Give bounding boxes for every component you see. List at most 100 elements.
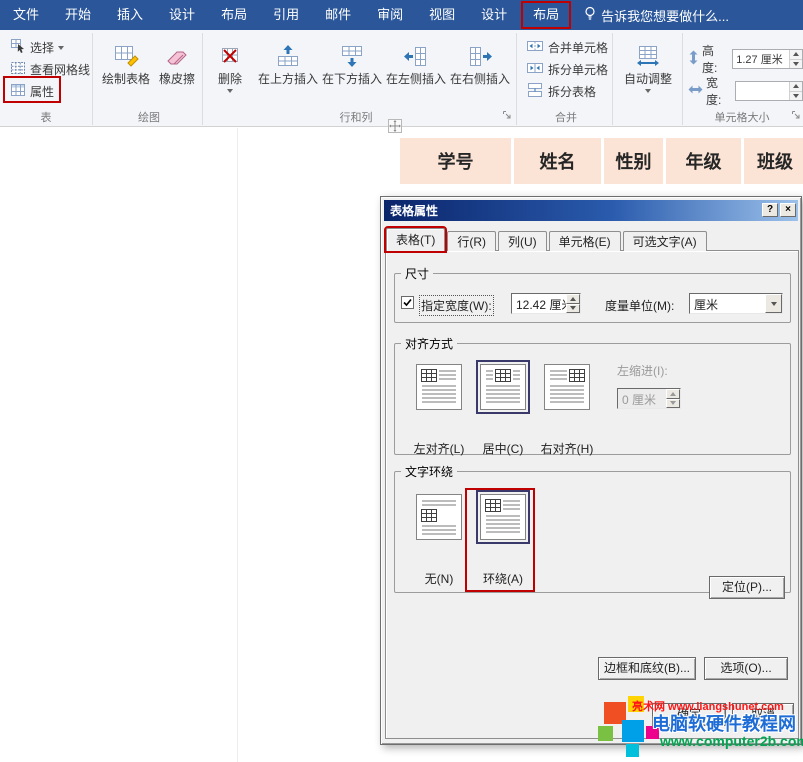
align-left-option[interactable]: 左对齐(L) (407, 364, 471, 457)
merge-cells-button[interactable]: 合并单元格 (522, 36, 612, 58)
row-height-spinner[interactable] (789, 50, 802, 68)
tab-insert[interactable]: 插入 (104, 0, 156, 30)
size-legend: 尺寸 (401, 265, 433, 282)
align-center-label: 居中(C) (471, 440, 535, 457)
group-separator (92, 33, 93, 125)
left-indent-label: 左缩进(I): (617, 362, 668, 379)
autofit-icon (635, 36, 661, 68)
row-height-control: 高度: 1.27 厘米 (688, 42, 803, 76)
tab-layout[interactable]: 布局 (208, 0, 260, 30)
dialog-tab-table[interactable]: 表格(T) (386, 228, 445, 251)
preferred-width-checkbox[interactable] (401, 296, 414, 309)
help-icon[interactable]: ? (762, 203, 778, 217)
insert-above-button[interactable]: 在上方插入 (256, 36, 320, 86)
dialog-launcher-icon[interactable] (502, 109, 512, 123)
preferred-width-input[interactable]: 12.42 厘米 (511, 293, 581, 314)
group-separator (516, 33, 517, 125)
table-header-row: 学号 姓名 性别 年级 班级 (400, 138, 803, 184)
close-icon[interactable]: × (780, 203, 796, 217)
table-cell-grade[interactable]: 年级 (666, 138, 741, 184)
insert-right-button[interactable]: 在右侧插入 (448, 36, 512, 86)
positioning-button[interactable]: 定位(P)... (709, 576, 785, 599)
eraser-label: 橡皮擦 (159, 72, 195, 86)
column-width-icon (688, 84, 703, 98)
select-button[interactable]: 选择 (6, 36, 68, 58)
split-table-icon (526, 82, 544, 101)
spin-down-icon (570, 306, 576, 310)
dialog-title-bar[interactable]: 表格属性 (384, 200, 798, 221)
table-cell-class[interactable]: 班级 (744, 138, 803, 184)
tell-me-label: 告诉我您想要做什么... (601, 6, 729, 25)
properties-button[interactable]: 属性 (6, 80, 58, 102)
table-move-handle[interactable] (388, 119, 402, 136)
split-cells-button[interactable]: 拆分单元格 (522, 58, 612, 80)
group-label-table: 表 (0, 111, 92, 125)
tab-design[interactable]: 设计 (156, 0, 208, 30)
tell-me-box[interactable]: 告诉我您想要做什么... (572, 6, 729, 25)
options-button[interactable]: 选项(O)... (704, 657, 788, 680)
delete-button[interactable]: 删除 (208, 36, 252, 96)
tab-file[interactable]: 文件 (0, 0, 52, 30)
left-indent-value: 0 厘米 (618, 389, 666, 408)
insert-right-icon (467, 36, 493, 68)
row-height-input[interactable]: 1.27 厘米 (732, 49, 803, 69)
select-label: 选择 (30, 39, 54, 56)
dialog-tab-row[interactable]: 行(R) (447, 231, 496, 251)
group-label-draw: 绘图 (98, 111, 200, 125)
tab-view[interactable]: 视图 (416, 0, 468, 30)
wrap-none-option[interactable]: 无(N) (407, 494, 471, 587)
borders-shading-button[interactable]: 边框和底纹(B)... (598, 657, 696, 680)
table-cell-name[interactable]: 姓名 (514, 138, 601, 184)
split-table-button[interactable]: 拆分表格 (522, 80, 600, 102)
watermark-site3: www.computer2b.com (660, 733, 803, 749)
left-indent-input: 0 厘米 (617, 388, 681, 409)
dialog-tab-strip: 表格(T) 行(R) 列(U) 单元格(E) 可选文字(A) (386, 228, 709, 251)
insert-left-button[interactable]: 在左侧插入 (384, 36, 448, 86)
spin-up-icon (570, 297, 576, 301)
view-gridlines-label: 查看网格线 (30, 61, 90, 78)
measure-unit-combobox[interactable]: 厘米 (689, 293, 783, 314)
column-width-label: 宽度: (706, 74, 732, 108)
column-width-input[interactable] (735, 81, 803, 101)
properties-icon (10, 82, 26, 101)
wrap-none-label: 无(N) (407, 570, 471, 587)
tab-references[interactable]: 引用 (260, 0, 312, 30)
align-center-option[interactable]: 居中(C) (471, 364, 535, 457)
preferred-width-spinner[interactable] (566, 294, 580, 313)
align-right-option[interactable]: 右对齐(H) (535, 364, 599, 457)
page-edge (237, 128, 238, 762)
insert-right-label: 在右侧插入 (450, 72, 510, 86)
preferred-width-value: 12.42 厘米 (512, 294, 566, 313)
tab-home[interactable]: 开始 (52, 0, 104, 30)
table-cell-gender[interactable]: 性别 (604, 138, 663, 184)
eraser-button[interactable]: 橡皮擦 (154, 36, 200, 86)
insert-below-button[interactable]: 在下方插入 (320, 36, 384, 86)
dialog-tab-column[interactable]: 列(U) (498, 231, 547, 251)
column-width-spinner[interactable] (789, 82, 802, 100)
column-width-control: 宽度: (688, 74, 803, 108)
table-cell-student-id[interactable]: 学号 (400, 138, 511, 184)
spin-down-icon (793, 62, 799, 66)
tab-review[interactable]: 审阅 (364, 0, 416, 30)
wrap-around-label: 环绕(A) (471, 570, 535, 587)
tab-table-layout[interactable]: 布局 (520, 0, 572, 30)
dialog-launcher-icon[interactable] (791, 109, 801, 123)
tab-table-design[interactable]: 设计 (468, 0, 520, 30)
autofit-button[interactable]: 自动调整 (618, 36, 678, 96)
eraser-icon (164, 36, 190, 68)
select-cursor-icon (10, 38, 26, 57)
view-gridlines-button[interactable]: 查看网格线 (6, 58, 94, 80)
draw-table-button[interactable]: 绘制表格 (98, 36, 154, 86)
dialog-tab-alt-text[interactable]: 可选文字(A) (623, 231, 707, 251)
split-cells-icon (526, 60, 544, 79)
preferred-width-label[interactable]: 指定宽度(W): (421, 297, 492, 314)
chevron-down-icon (227, 89, 233, 96)
dialog-tab-cell[interactable]: 单元格(E) (549, 231, 621, 251)
combo-dropdown-icon[interactable] (765, 294, 782, 313)
word-window: 文件 开始 插入 设计 布局 引用 邮件 审阅 视图 设计 布局 告诉我您想要做… (0, 0, 803, 762)
wrap-around-option[interactable]: 环绕(A) (471, 494, 535, 587)
tab-mailings[interactable]: 邮件 (312, 0, 364, 30)
measure-unit-label: 度量单位(M): (605, 297, 674, 314)
draw-table-icon (113, 36, 139, 68)
ribbon-tab-bar: 文件 开始 插入 设计 布局 引用 邮件 审阅 视图 设计 布局 告诉我您想要做… (0, 0, 803, 30)
